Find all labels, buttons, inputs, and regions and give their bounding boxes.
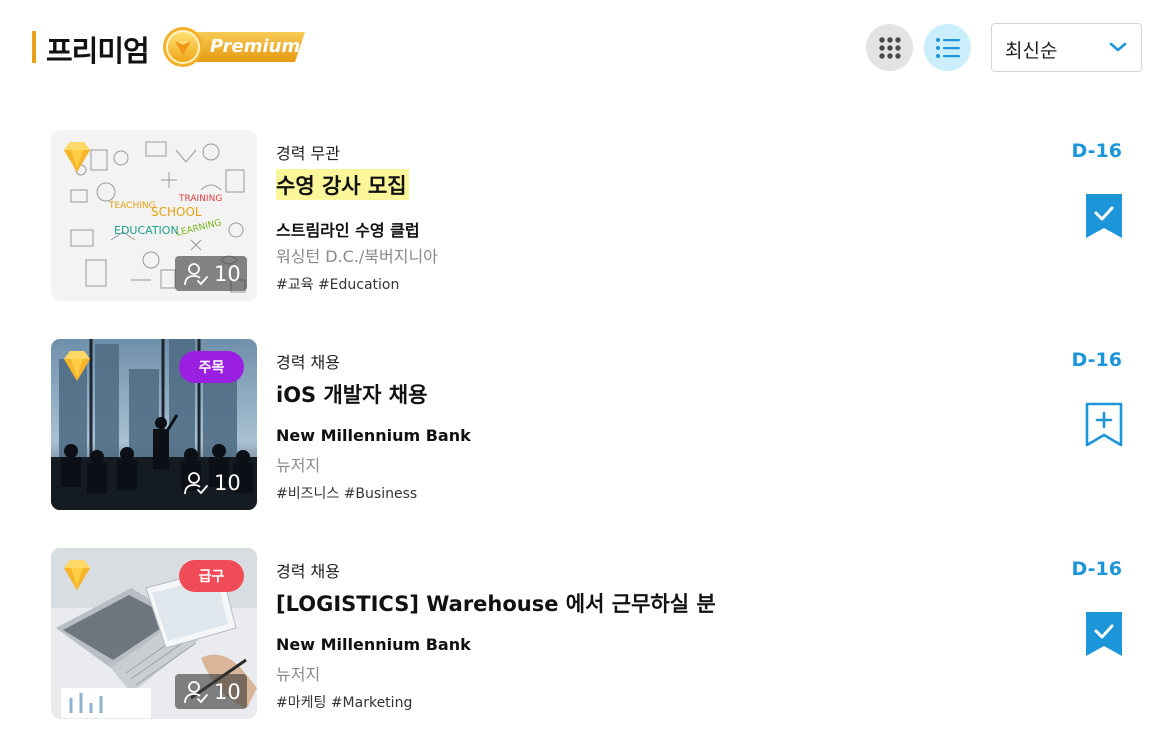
job-title[interactable]: 수영 강사 모집 xyxy=(276,169,409,200)
company-name: 스트림라인 수영 클럽 xyxy=(276,221,420,240)
urgent-tag: 급구 xyxy=(179,560,244,592)
career-requirement: 경력 채용 xyxy=(276,562,340,581)
premium-gem-icon xyxy=(64,351,90,381)
job-card[interactable]: TEACHING SCHOOL TRAINING EDUCATION LEARN… xyxy=(51,130,1141,301)
job-card[interactable]: 주목 10 경력 채용 iOS 개발자 채용 New Millennium Ba… xyxy=(51,339,1141,510)
job-hashtags: #비즈니스 #Business xyxy=(276,486,418,502)
list-view-button[interactable] xyxy=(924,24,971,71)
job-hashtags: #마케팅 #Marketing xyxy=(276,695,413,711)
deadline-badge: D-16 xyxy=(1071,558,1122,580)
bookmark-add-icon[interactable] xyxy=(1085,402,1123,448)
bookmark-checked-icon[interactable] xyxy=(1085,193,1123,239)
job-location: 뉴저지 xyxy=(276,456,321,475)
company-name: New Millennium Bank xyxy=(276,635,471,654)
list-icon xyxy=(935,37,960,58)
grid-dots-icon xyxy=(878,36,901,59)
company-name: New Millennium Bank xyxy=(276,426,471,445)
applicant-count-value: 10 xyxy=(214,679,241,704)
svg-text:TRAINING: TRAINING xyxy=(178,194,222,204)
grid-view-button[interactable] xyxy=(866,24,913,71)
user-check-icon xyxy=(184,262,208,285)
premium-badge: Premium xyxy=(162,26,306,68)
sort-dropdown[interactable]: 최신순 xyxy=(991,23,1142,72)
page-header: 프리미엄 Premium 최신순 xyxy=(0,0,1176,96)
applicant-count: 10 xyxy=(175,256,247,291)
job-card[interactable]: 급구 10 경력 채용 [LOGISTICS] Warehouse 에서 근무하… xyxy=(51,548,1141,719)
job-title[interactable]: iOS 개발자 채용 xyxy=(276,378,429,409)
sort-selected-label: 최신순 xyxy=(1005,40,1058,62)
job-title[interactable]: [LOGISTICS] Warehouse 에서 근무하실 분 xyxy=(276,587,718,618)
career-requirement: 경력 채용 xyxy=(276,353,340,372)
chevron-down-icon xyxy=(1109,42,1127,52)
svg-text:EDUCATION: EDUCATION xyxy=(114,224,179,237)
svg-text:SCHOOL: SCHOOL xyxy=(151,205,202,219)
page-title: 프리미엄 xyxy=(46,34,150,68)
premium-gem-icon xyxy=(64,142,90,172)
featured-tag: 주목 xyxy=(179,351,244,383)
deadline-badge: D-16 xyxy=(1071,140,1122,162)
job-thumbnail[interactable]: 급구 10 xyxy=(51,548,257,719)
deadline-badge: D-16 xyxy=(1071,349,1122,371)
job-location: 워싱턴 D.C./북버지니아 xyxy=(276,247,438,266)
svg-text:TEACHING: TEACHING xyxy=(108,201,156,211)
premium-gem-icon xyxy=(64,560,90,590)
job-hashtags: #교육 #Education xyxy=(276,277,400,293)
job-thumbnail[interactable]: TEACHING SCHOOL TRAINING EDUCATION LEARN… xyxy=(51,130,257,301)
career-requirement: 경력 무관 xyxy=(276,144,340,163)
applicant-count-value: 10 xyxy=(214,261,241,286)
applicant-count-value: 10 xyxy=(214,470,241,495)
user-check-icon xyxy=(184,471,208,494)
applicant-count: 10 xyxy=(175,674,247,709)
premium-badge-label: Premium xyxy=(210,36,301,57)
job-thumbnail[interactable]: 주목 10 xyxy=(51,339,257,510)
applicant-count: 10 xyxy=(175,465,247,500)
bookmark-checked-icon[interactable] xyxy=(1085,611,1123,657)
user-check-icon xyxy=(184,680,208,703)
title-accent-bar xyxy=(32,31,36,63)
job-location: 뉴저지 xyxy=(276,665,321,684)
